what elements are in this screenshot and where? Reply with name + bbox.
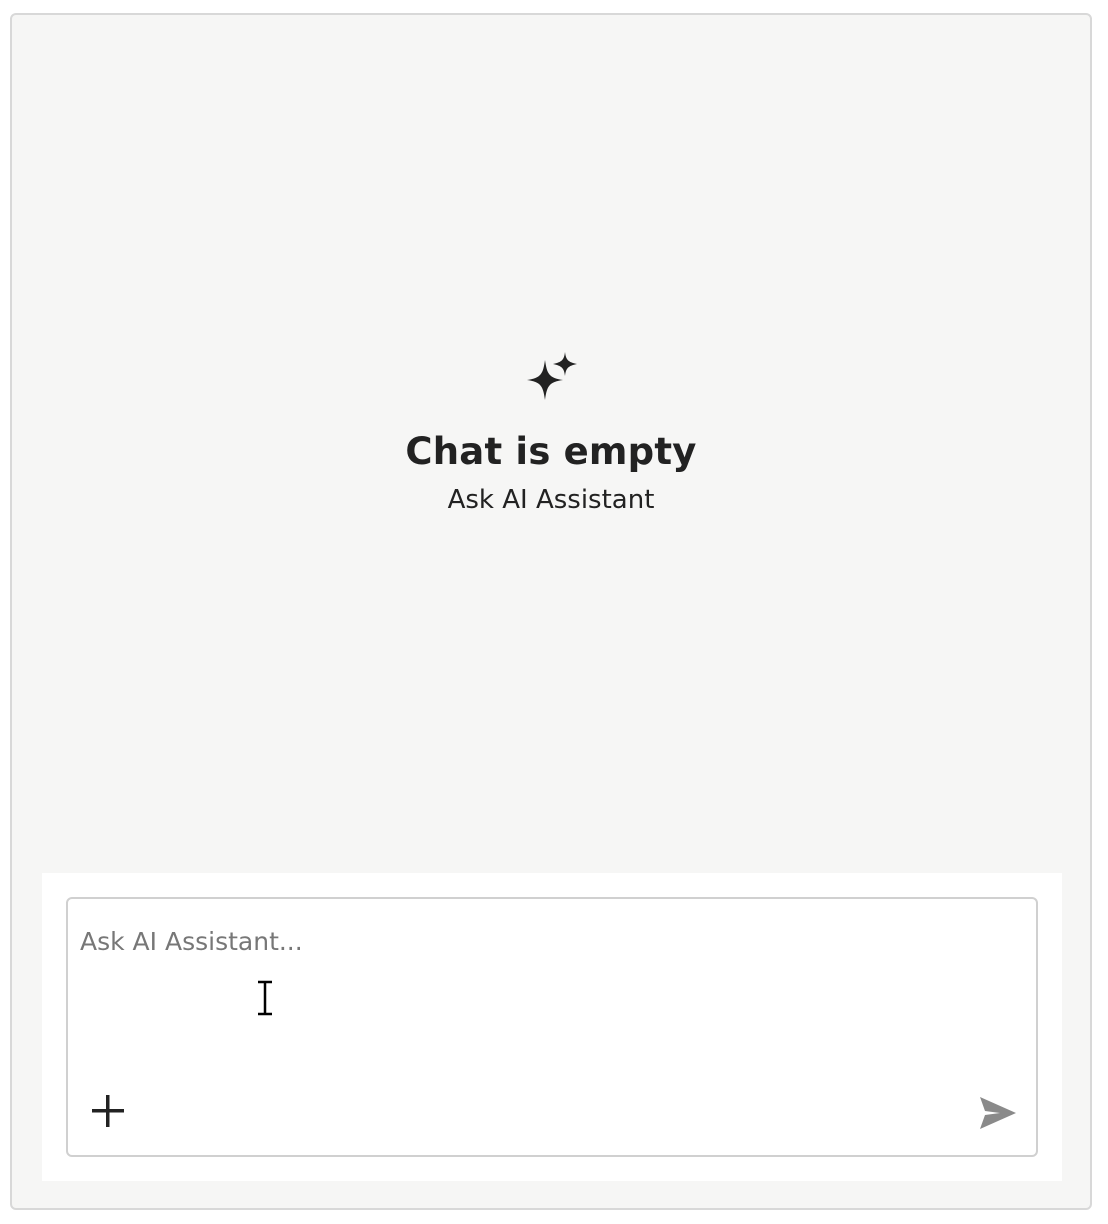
empty-state-subtitle: Ask AI Assistant bbox=[447, 485, 655, 515]
sparkle-icon bbox=[527, 352, 577, 400]
text-cursor-icon bbox=[258, 980, 272, 1016]
plus-icon bbox=[92, 1095, 124, 1127]
empty-state: Chat is empty Ask AI Assistant bbox=[12, 350, 1090, 515]
add-attachment-button[interactable] bbox=[86, 1089, 130, 1133]
prompt-input[interactable] bbox=[80, 927, 1020, 1047]
empty-state-title: Chat is empty bbox=[405, 430, 697, 473]
chat-panel: Chat is empty Ask AI Assistant bbox=[10, 13, 1092, 1210]
send-icon bbox=[980, 1097, 1016, 1129]
send-button[interactable] bbox=[976, 1093, 1020, 1133]
input-box[interactable] bbox=[66, 897, 1038, 1157]
message-composer bbox=[42, 873, 1062, 1181]
